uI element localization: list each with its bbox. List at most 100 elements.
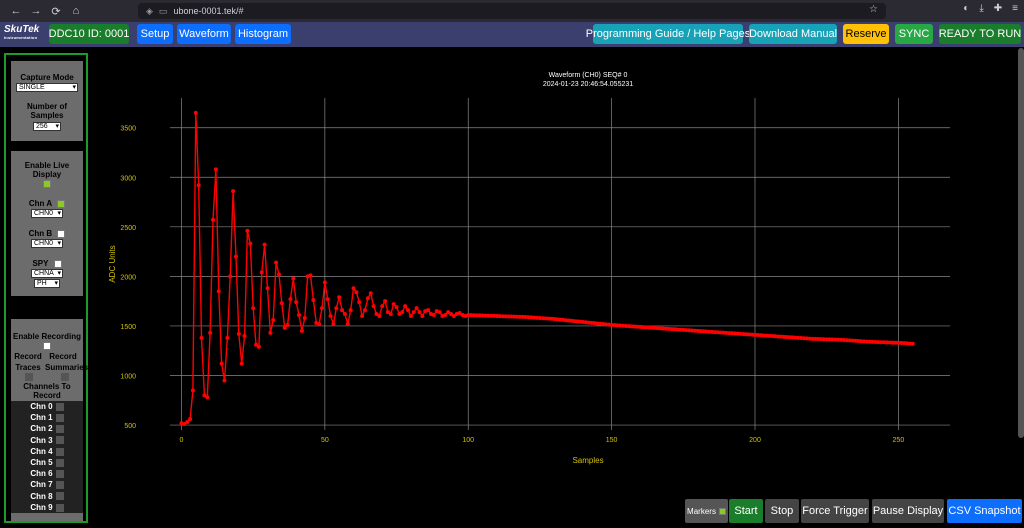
data-point xyxy=(426,308,431,313)
live-display-checkbox[interactable] xyxy=(43,179,51,188)
data-point xyxy=(279,301,284,306)
page-scrollbar[interactable] xyxy=(1018,48,1024,438)
channels-to-record-label: Channels To Record xyxy=(23,382,71,400)
channel-checkbox[interactable] xyxy=(55,402,64,411)
spy-checkbox[interactable] xyxy=(53,259,62,268)
data-point xyxy=(213,167,218,172)
channel-checkbox[interactable] xyxy=(55,470,64,479)
data-point xyxy=(185,420,190,425)
chn-a-checkbox[interactable] xyxy=(57,199,66,208)
control-sidebar: Capture Mode SINGLE Number of Samples 25… xyxy=(4,53,88,523)
num-samples-label: Number of Samples xyxy=(27,102,67,120)
channel-row: Chn 0 xyxy=(11,401,83,413)
reserve-button[interactable]: Reserve xyxy=(843,24,889,44)
download-manual-button[interactable]: Download Manual xyxy=(749,24,837,44)
data-point xyxy=(325,297,330,302)
download-icon[interactable]: ⤓ xyxy=(979,3,983,14)
channel-checkbox[interactable] xyxy=(55,447,64,456)
y-tick-label: 3500 xyxy=(120,126,136,133)
channel-row: Chn 4 xyxy=(11,445,83,457)
data-point xyxy=(371,304,376,309)
data-point xyxy=(274,260,279,265)
sync-button[interactable]: SYNC xyxy=(895,24,933,44)
chn-b-checkbox[interactable] xyxy=(57,229,66,238)
channel-label: Chn 4 xyxy=(30,446,53,456)
record-summaries-checkbox[interactable] xyxy=(61,373,69,381)
x-tick-label: 0 xyxy=(180,437,184,444)
channel-label: Chn 0 xyxy=(30,402,53,411)
live-display-label: Enable Live Display xyxy=(24,161,70,179)
markers-checkbox[interactable] xyxy=(718,507,726,515)
channel-checkbox[interactable] xyxy=(55,425,64,434)
back-icon[interactable]: ← xyxy=(6,5,26,17)
data-point xyxy=(340,308,345,313)
histogram-button[interactable]: Histogram xyxy=(235,24,291,44)
data-point xyxy=(282,325,287,330)
force-trigger-button[interactable]: Force Trigger xyxy=(801,499,869,523)
data-point xyxy=(248,241,253,246)
csv-snapshot-button[interactable]: CSV Snapshot xyxy=(947,499,1022,523)
waveform-button[interactable]: Waveform xyxy=(177,24,231,44)
chart-subtitle: 2024-01-23 20:46:54.055231 xyxy=(543,81,633,88)
browser-toolbar: ← → ⟳ ⌂ ◈ ▭ ubone-0001.tek/# ☆ ◐ ⤓ ✚ ≡ xyxy=(0,0,1024,22)
data-point xyxy=(380,304,385,309)
x-tick-label: 100 xyxy=(462,437,474,444)
live-display-panel: Enable Live Display Chn A CHN0 Chn B CHN… xyxy=(11,151,83,296)
data-point xyxy=(259,270,264,275)
data-point xyxy=(360,314,365,319)
channel-checkbox[interactable] xyxy=(55,414,64,423)
stop-button[interactable]: Stop xyxy=(765,499,799,523)
chn-b-select[interactable]: CHN0 xyxy=(31,239,63,248)
channel-label: Chn 8 xyxy=(30,491,53,501)
device-id-button[interactable]: DDC10 ID: 0001 xyxy=(49,24,129,44)
chn-a-select[interactable]: CHN0 xyxy=(31,209,63,218)
chart-title: Waveform (CH0) SEQ# 0 xyxy=(549,72,628,79)
x-tick-label: 250 xyxy=(893,437,905,444)
data-point xyxy=(291,276,296,281)
data-point xyxy=(302,316,307,321)
bookmark-star-icon[interactable]: ☆ xyxy=(869,4,878,15)
data-point xyxy=(294,300,299,305)
data-point xyxy=(262,242,267,247)
data-point xyxy=(285,322,290,327)
channel-checkbox[interactable] xyxy=(55,458,64,467)
menu-icon[interactable]: ≡ xyxy=(1012,3,1018,14)
spy-mode-select[interactable]: PH xyxy=(34,279,60,288)
markers-toggle[interactable]: Markers xyxy=(685,499,728,523)
capture-mode-select[interactable]: SINGLE xyxy=(16,83,78,92)
channel-checkbox[interactable] xyxy=(55,436,64,445)
data-point xyxy=(271,317,276,322)
y-tick-label: 1000 xyxy=(120,373,136,380)
channel-checkbox[interactable] xyxy=(55,492,64,501)
channel-checkbox[interactable] xyxy=(55,503,64,512)
capture-panel: Capture Mode SINGLE Number of Samples 25… xyxy=(11,61,83,141)
y-tick-label: 1500 xyxy=(120,324,136,331)
channel-label: Chn 9 xyxy=(30,502,53,512)
record-summaries-label: Record Summaries xyxy=(45,352,89,372)
record-traces-checkbox[interactable] xyxy=(25,373,33,381)
pocket-icon[interactable]: ◐ xyxy=(963,3,969,14)
url-bar[interactable]: ◈ ▭ ubone-0001.tek/# ☆ xyxy=(138,3,886,19)
data-point xyxy=(354,290,359,295)
extensions-icon[interactable]: ✚ xyxy=(994,3,1002,14)
series-line xyxy=(181,112,913,425)
num-samples-select[interactable]: 256 xyxy=(33,122,61,131)
spy-channel-select[interactable]: CHNA xyxy=(31,269,63,278)
reload-icon[interactable]: ⟳ xyxy=(46,5,66,18)
setup-button[interactable]: Setup xyxy=(137,24,173,44)
recording-checkbox[interactable] xyxy=(43,341,51,350)
data-point xyxy=(351,286,356,291)
data-point xyxy=(196,183,201,188)
x-tick-label: 150 xyxy=(606,437,618,444)
data-point xyxy=(331,321,336,326)
channel-row: Chn 1 xyxy=(11,412,83,424)
data-point xyxy=(377,314,382,319)
markers-label: Markers xyxy=(687,506,716,516)
channel-checkbox[interactable] xyxy=(55,481,64,490)
home-icon[interactable]: ⌂ xyxy=(66,5,86,17)
start-button[interactable]: Start xyxy=(729,499,763,523)
pause-display-button[interactable]: Pause Display xyxy=(872,499,944,523)
forward-icon[interactable]: → xyxy=(26,5,46,17)
data-point xyxy=(299,328,304,333)
programming-guide-button[interactable]: Programming Guide / Help Pages xyxy=(586,24,750,44)
